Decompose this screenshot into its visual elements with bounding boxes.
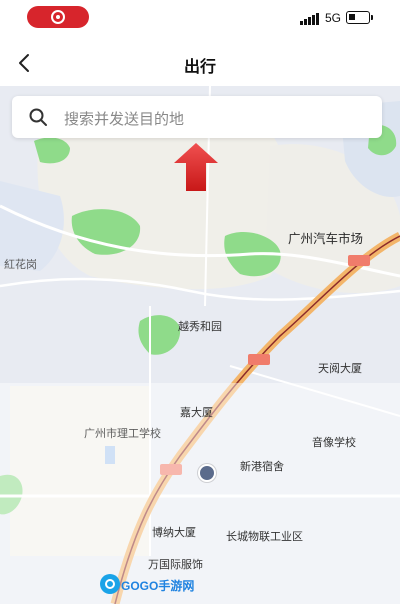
- poi-label[interactable]: 紅花岗: [4, 256, 37, 272]
- arrow-up-icon: [174, 143, 218, 191]
- status-bar: 5G: [0, 0, 400, 40]
- network-type: 5G: [325, 11, 342, 25]
- record-icon: [51, 10, 65, 24]
- screen-recording-indicator[interactable]: [27, 6, 89, 28]
- watermark-logo: GOGO手游网: [100, 574, 194, 596]
- poi-label[interactable]: 广州市理工学校: [84, 425, 161, 441]
- poi-label[interactable]: 博纳大厦: [152, 524, 196, 540]
- page-title: 出行: [183, 59, 216, 76]
- navigation-bar: 出行: [0, 40, 400, 86]
- road-shield: [348, 255, 370, 266]
- signal-strength-icon: [300, 13, 320, 25]
- road-shield: [248, 354, 270, 365]
- watermark-icon: [100, 574, 120, 594]
- watermark-text: GOGO手游网: [121, 579, 195, 593]
- current-location-marker[interactable]: [198, 464, 216, 482]
- poi-label[interactable]: 新港宿舍: [240, 458, 284, 474]
- poi-label[interactable]: 万国际服饰: [148, 556, 203, 572]
- poi-label[interactable]: 天阅大厦: [318, 360, 362, 376]
- poi-label[interactable]: 广州汽车市场: [288, 228, 363, 247]
- search-icon: [29, 108, 47, 126]
- poi-label[interactable]: 长城物联工业区: [226, 528, 303, 544]
- search-input[interactable]: 搜索并发送目的地: [12, 96, 382, 138]
- search-placeholder: 搜索并发送目的地: [64, 110, 185, 128]
- poi-label[interactable]: 音像学校: [312, 434, 356, 450]
- poi-label[interactable]: 嘉大厦: [180, 404, 213, 420]
- battery-icon: [346, 11, 373, 24]
- poi-label[interactable]: 越秀和园: [178, 318, 222, 334]
